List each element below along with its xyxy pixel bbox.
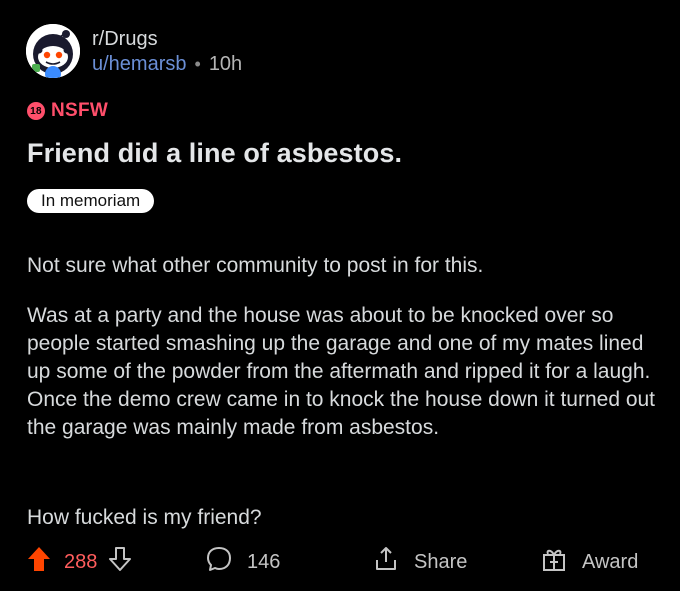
arrow-up-icon[interactable]: [26, 545, 52, 579]
meta-separator: •: [194, 54, 201, 74]
post-header: r/Drugs u/hemarsb • 10h: [26, 24, 242, 78]
comments-button[interactable]: 146: [205, 542, 280, 582]
vote-score: 288: [64, 550, 98, 573]
subreddit-name[interactable]: r/Drugs: [92, 27, 242, 51]
award-label: Award: [582, 550, 639, 573]
nsfw-badge: 18 NSFW: [27, 100, 108, 122]
age-restriction-icon: 18: [27, 102, 45, 120]
body-paragraph: Was at a party and the house was about t…: [27, 304, 656, 439]
nsfw-label: NSFW: [51, 100, 109, 121]
share-button[interactable]: Share: [372, 542, 467, 582]
post-action-bar: 288 146 Share Award: [0, 542, 680, 582]
post-title[interactable]: Friend did a line of asbestos.: [27, 138, 402, 169]
body-paragraph: How fucked is my friend?: [27, 506, 262, 529]
share-icon: [372, 545, 400, 579]
post-flair[interactable]: In memoriam: [27, 189, 155, 213]
snoo-icon: [26, 24, 80, 78]
gift-award-icon: [540, 545, 568, 579]
post-meta: r/Drugs u/hemarsb • 10h: [92, 27, 242, 77]
arrow-down-icon[interactable]: [107, 545, 133, 579]
comment-bubble-icon: [205, 545, 233, 579]
award-button[interactable]: Award: [540, 542, 638, 582]
vote-group: 288: [26, 542, 133, 582]
body-paragraph: Not sure what other community to post in…: [27, 254, 484, 277]
subreddit-avatar[interactable]: [26, 24, 80, 78]
comment-count: 146: [247, 550, 281, 573]
share-label: Share: [414, 550, 468, 573]
post-age: 10h: [208, 53, 243, 75]
author-username[interactable]: u/hemarsb: [92, 51, 187, 77]
author-line: u/hemarsb • 10h: [92, 51, 242, 77]
